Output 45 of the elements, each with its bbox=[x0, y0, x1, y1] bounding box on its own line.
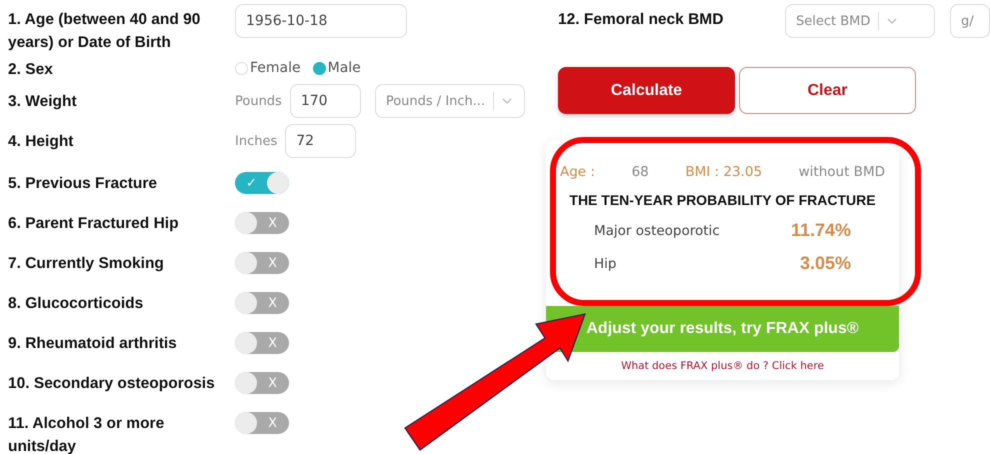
toggle-switch[interactable]: X bbox=[235, 252, 289, 274]
question-label: 5. Previous Fracture bbox=[8, 174, 158, 194]
radio-option[interactable]: Male bbox=[312, 60, 361, 76]
toggle-switch[interactable]: X bbox=[235, 412, 289, 434]
question-label: 9. Rheumatoid arthritis bbox=[8, 334, 178, 354]
frax-plus-button[interactable]: Adjust your results, try FRAX plus® bbox=[546, 306, 899, 352]
result-value: 3.05% bbox=[800, 253, 851, 274]
bmd-select[interactable]: Select BMD bbox=[785, 4, 935, 38]
question-label: 10. Secondary osteoporosis bbox=[8, 374, 216, 394]
calculate-button[interactable]: Calculate bbox=[558, 67, 735, 114]
toggle-switch[interactable]: X bbox=[235, 372, 289, 394]
question-label: 7. Currently Smoking bbox=[8, 254, 165, 274]
question-label: 2. Sex bbox=[8, 60, 54, 80]
number-field[interactable]: 170 bbox=[290, 84, 361, 118]
question-label: 3. Weight bbox=[8, 92, 78, 112]
question-label: 6. Parent Fractured Hip bbox=[8, 214, 180, 234]
result-label: Major osteoporotic bbox=[594, 222, 720, 238]
question-label: 8. Glucocorticoids bbox=[8, 294, 144, 314]
chevron-icon bbox=[502, 98, 512, 104]
unit-label: Pounds bbox=[235, 94, 282, 108]
unit-select[interactable]: Pounds / Inch... bbox=[374, 84, 525, 118]
toggle-switch[interactable]: ✓ bbox=[235, 172, 289, 194]
bmi-value: BMI : 23.05 bbox=[685, 164, 762, 180]
toggle-switch[interactable]: X bbox=[235, 212, 289, 234]
bmd-mode: without BMD bbox=[798, 164, 885, 180]
number-field[interactable]: 72 bbox=[285, 124, 356, 158]
unit-label: Inches bbox=[235, 134, 278, 148]
question-label: 1. Age (between 40 and 90 years) or Date of Birth bbox=[8, 10, 202, 53]
question-label: 4. Height bbox=[8, 132, 74, 152]
clear-button[interactable]: Clear bbox=[739, 67, 916, 114]
age-label: Age : bbox=[560, 164, 595, 180]
question-label: 11. Alcohol 3 or more units/day bbox=[8, 414, 166, 454]
result-value: 11.74% bbox=[790, 220, 851, 241]
date-field[interactable]: 1956-10-18 bbox=[235, 4, 407, 38]
result-label: Hip bbox=[594, 256, 616, 272]
chevron-icon bbox=[887, 18, 898, 24]
question-label: 12. Femoral neck BMD bbox=[558, 10, 724, 30]
toggle-switch[interactable]: X bbox=[235, 332, 289, 354]
frax-plus-link[interactable]: What does FRAX plus® do ? Click here bbox=[546, 352, 899, 380]
toggle-switch[interactable]: X bbox=[235, 292, 289, 314]
bmd-unit-field[interactable]: g/ bbox=[950, 4, 990, 38]
arrow-icon bbox=[404, 313, 586, 451]
result-title: THE TEN-YEAR PROBABILITY OF FRACTURE bbox=[568, 192, 877, 208]
age-value: 68 bbox=[632, 164, 649, 180]
radio-option[interactable]: Female bbox=[235, 60, 301, 76]
